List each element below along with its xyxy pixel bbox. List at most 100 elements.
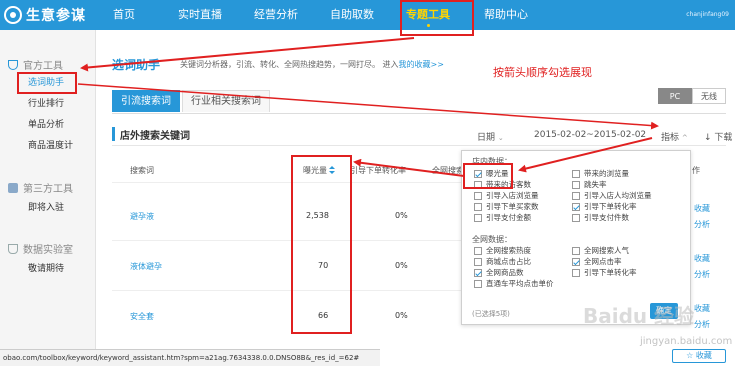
checkbox[interactable]: [572, 169, 580, 178]
flask-icon: [8, 243, 18, 254]
sidebar-item-industry-rank[interactable]: 行业排行: [0, 96, 96, 112]
watermark-logo: Baidu 经验: [583, 304, 695, 328]
analyze-link[interactable]: 分析: [694, 219, 710, 230]
checkbox-checked[interactable]: [474, 268, 482, 277]
sidebar-section-official: 官方工具: [8, 57, 63, 72]
metric-option[interactable]: 引导入店人均浏览量: [572, 190, 652, 201]
metric-option[interactable]: 引导支付件数: [572, 212, 629, 223]
checkbox[interactable]: [572, 268, 580, 277]
date-label[interactable]: 日期 ⌄: [477, 130, 504, 143]
table-row-keyword[interactable]: 安全套: [130, 311, 154, 322]
device-wireless-button[interactable]: 无线: [692, 88, 726, 104]
table-row-conversion: 0%: [395, 211, 408, 220]
device-pc-button[interactable]: PC: [658, 88, 692, 104]
collect-link[interactable]: 收藏: [694, 303, 710, 314]
annotation-text: 按箭头顺序勾选展现: [493, 66, 592, 79]
nav-self-query[interactable]: 自助取数: [322, 0, 382, 30]
date-label-text: 日期: [477, 133, 496, 143]
sidebar-item-coming-soon[interactable]: 即将入驻: [0, 200, 96, 216]
nav-realtime[interactable]: 实时直播: [170, 0, 230, 30]
table-row-divider: [112, 290, 462, 291]
column-header-keyword: 搜索词: [130, 166, 154, 175]
metric-option-label: 带来的浏览量: [584, 169, 629, 178]
metric-option-label: 引导下单转化率: [584, 202, 637, 211]
nav-business-analysis[interactable]: 经营分析: [246, 0, 306, 30]
group-title-global: 全网数据：: [472, 235, 512, 244]
checkbox[interactable]: [474, 202, 482, 211]
metrics-toggle-label: 指标: [661, 133, 680, 143]
metric-option[interactable]: 带来的浏览量: [572, 168, 629, 179]
metric-option-label: 跳失率: [584, 180, 607, 189]
status-url: obao.com/toolbox/keyword/keyword_assista…: [0, 349, 380, 366]
highlight-box-nav: [400, 0, 474, 36]
app-logo[interactable]: 生意参谋: [4, 4, 86, 26]
chevron-down-icon: ⌄: [497, 134, 504, 142]
tab-divider: [112, 113, 726, 114]
my-favorites-link[interactable]: 我的收藏>>: [399, 60, 444, 69]
metric-option-label: 引导下单转化率: [584, 268, 637, 277]
watermark-url: jingyan.baidu.com: [640, 336, 733, 347]
date-range[interactable]: 2015-02-02~2015-02-02: [534, 130, 646, 140]
logo-icon: [4, 6, 22, 24]
metric-option[interactable]: 引导下单买家数: [474, 201, 539, 212]
download-icon: ↓: [704, 133, 712, 143]
checkbox[interactable]: [474, 246, 482, 255]
nav-help[interactable]: 帮助中心: [476, 0, 536, 30]
nav-home[interactable]: 首页: [104, 0, 144, 30]
checkbox[interactable]: [474, 191, 482, 200]
tab-industry-keywords[interactable]: 行业相关搜索词: [182, 90, 270, 112]
metrics-toggle[interactable]: 指标 ^: [661, 130, 688, 143]
download-label: 下载: [714, 133, 733, 143]
metric-option[interactable]: 引导支付金额: [474, 212, 531, 223]
sidebar-item-stay-tuned[interactable]: 敬请期待: [0, 261, 96, 277]
analyze-link[interactable]: 分析: [694, 269, 710, 280]
checkbox[interactable]: [572, 213, 580, 222]
table-row-keyword[interactable]: 液体避孕: [130, 261, 162, 272]
collect-link[interactable]: 收藏: [694, 253, 710, 264]
table-divider: [112, 182, 462, 183]
metric-option[interactable]: 全网搜索热度: [474, 245, 531, 256]
sidebar-item-product-thermometer[interactable]: 商品温度计: [0, 138, 96, 154]
metric-option-label: 引导支付金额: [486, 213, 531, 222]
tab-bar: 引流搜索词 行业相关搜索词: [112, 90, 272, 114]
checkbox[interactable]: [572, 246, 580, 255]
checkbox[interactable]: [572, 191, 580, 200]
metric-option[interactable]: 商城点击占比: [474, 256, 531, 267]
checkbox-checked[interactable]: [572, 202, 580, 211]
checkbox[interactable]: [572, 180, 580, 189]
page-subtitle-text: 关键词分析器，引流、转化、全网热搜趋势，一网打尽。 进入: [180, 60, 399, 69]
checkbox-checked[interactable]: [572, 257, 580, 266]
metric-option[interactable]: 全网商品数: [474, 267, 524, 278]
sidebar-section-lab: 数据实验室: [8, 241, 73, 256]
user-name[interactable]: chanjinfang09: [686, 0, 729, 30]
sidebar-section-label: 官方工具: [23, 61, 63, 72]
analyze-link[interactable]: 分析: [694, 319, 710, 330]
metric-option[interactable]: 直通车平均点击单价: [474, 278, 554, 289]
selected-count: (已选择5项): [472, 310, 510, 318]
metric-option-label: 引导支付件数: [584, 213, 629, 222]
metric-option[interactable]: 引导下单转化率: [572, 201, 637, 212]
chevron-up-icon: ^: [681, 134, 688, 142]
metric-option-label: 商城点击占比: [486, 257, 531, 266]
metric-option[interactable]: 引导下单转化率: [572, 267, 637, 278]
checkbox[interactable]: [474, 279, 482, 288]
collect-link[interactable]: 收藏: [694, 203, 710, 214]
collect-button[interactable]: ☆ 收藏: [672, 349, 726, 363]
table-row-conversion: 0%: [395, 311, 408, 320]
tab-traffic-keywords[interactable]: 引流搜索词: [112, 90, 180, 112]
table-row-keyword[interactable]: 避孕液: [130, 211, 154, 222]
checkbox[interactable]: [474, 213, 482, 222]
app-name: 生意参谋: [26, 8, 86, 24]
download-button[interactable]: ↓ 下载: [704, 130, 732, 143]
metric-option[interactable]: 引导入店浏览量: [474, 190, 539, 201]
metric-option-label: 引导入店人均浏览量: [584, 191, 652, 200]
sidebar-section-label: 第三方工具: [23, 184, 73, 195]
metric-option[interactable]: 跳失率: [572, 179, 607, 190]
metric-option[interactable]: 全网点击率: [572, 256, 622, 267]
highlight-box-sidebar: [17, 72, 77, 94]
panel-accent-bar: [112, 127, 115, 141]
collect-button-label: 收藏: [695, 351, 712, 360]
checkbox[interactable]: [474, 257, 482, 266]
metric-option[interactable]: 全网搜索人气: [572, 245, 629, 256]
sidebar-item-product-analysis[interactable]: 单品分析: [0, 117, 96, 133]
